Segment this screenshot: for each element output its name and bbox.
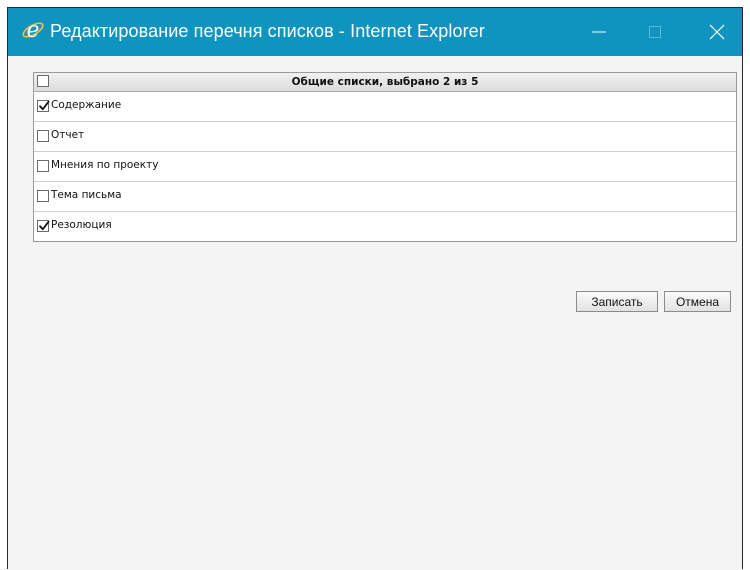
item-checkbox[interactable] (37, 220, 50, 232)
lists-table: Общие списки, выбрано 2 из 5 Содержание … (33, 72, 737, 242)
dialog-window: e Редактирование перечня списков - Inter… (7, 7, 743, 570)
checkmark-icon (39, 220, 50, 231)
close-button[interactable] (694, 8, 740, 56)
dialog-content: Общие списки, выбрано 2 из 5 Содержание … (8, 56, 742, 570)
cancel-button[interactable]: Отмена (664, 291, 731, 312)
list-item-2[interactable]: Мнения по проекту (34, 152, 736, 182)
item-checkbox[interactable] (37, 160, 49, 172)
list-item-label: Резолюция (51, 219, 112, 231)
list-header-title: Общие списки, выбрано 2 из 5 (291, 76, 479, 88)
item-checkbox[interactable] (37, 100, 50, 112)
list-item-label: Мнения по проекту (51, 159, 159, 171)
item-checkbox[interactable] (37, 190, 49, 202)
svg-text:e: e (26, 18, 39, 43)
list-item-0[interactable]: Содержание (34, 92, 736, 122)
list-item-label: Отчет (51, 129, 85, 141)
title-bar: e Редактирование перечня списков - Inter… (8, 8, 742, 56)
minimize-button[interactable] (576, 8, 622, 56)
list-item-label: Тема письма (51, 189, 122, 201)
maximize-icon (649, 26, 661, 38)
list-item-1[interactable]: Отчет (34, 122, 736, 152)
save-button[interactable]: Записать (576, 291, 658, 312)
maximize-button[interactable] (632, 8, 678, 56)
item-checkbox[interactable] (37, 130, 49, 142)
list-item-3[interactable]: Тема письма (34, 182, 736, 212)
list-header: Общие списки, выбрано 2 из 5 (34, 73, 736, 92)
list-item-4[interactable]: Резолюция (34, 212, 736, 241)
minimize-icon (592, 31, 606, 33)
internet-explorer-icon: e (20, 17, 46, 43)
close-icon (709, 24, 725, 40)
list-item-label: Содержание (51, 99, 122, 111)
window-title: Редактирование перечня списков - Interne… (50, 21, 485, 41)
checkmark-icon (39, 100, 50, 111)
